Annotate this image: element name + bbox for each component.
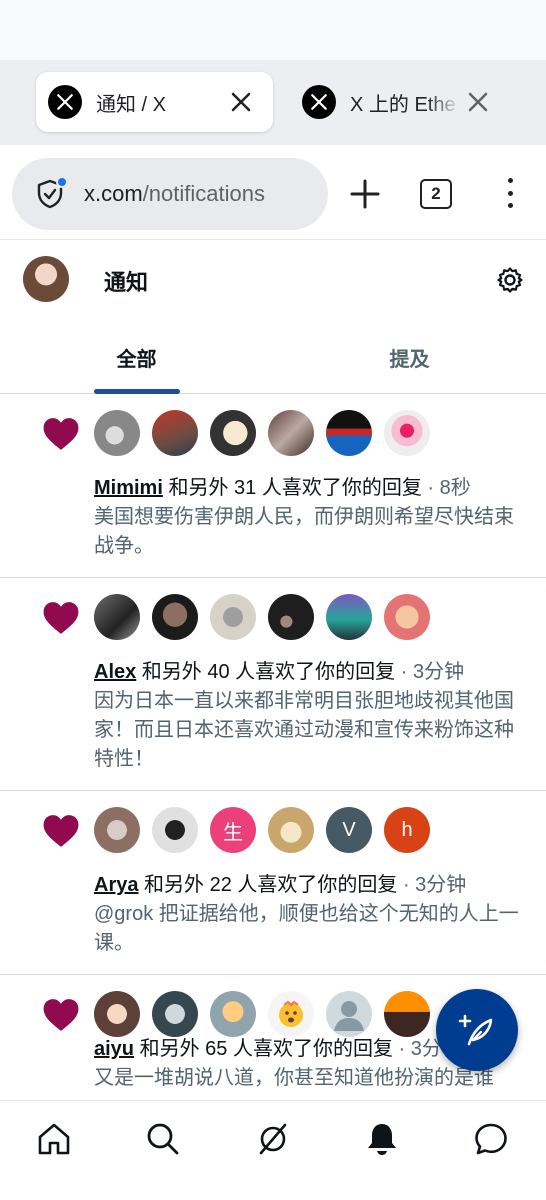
emoji-avatar[interactable] [268, 991, 314, 1037]
timestamp: · 3分钟 [397, 874, 467, 896]
avatar[interactable] [268, 807, 314, 853]
grok-icon[interactable] [255, 1121, 291, 1157]
more-menu-button[interactable] [498, 175, 522, 211]
url-text[interactable]: x.com/notifications [84, 181, 265, 207]
avatar[interactable] [326, 410, 372, 456]
notifications-icon[interactable] [364, 1121, 400, 1157]
notification-text: Arya 和另外 22 人喜欢了你的回复 · 3分钟 [94, 871, 526, 900]
tab-mentions[interactable]: 提及 [273, 321, 546, 394]
page-title: 通知 [104, 270, 149, 295]
username-link[interactable]: Alex [94, 661, 136, 683]
close-tab-icon[interactable] [466, 90, 490, 114]
home-icon[interactable] [36, 1121, 72, 1157]
compose-post-button[interactable] [436, 989, 518, 1071]
url-domain: x.com [84, 181, 143, 206]
browser-tab-strip: 通知 / X X 上的 Ethe [0, 60, 546, 145]
notification-tabs: 全部 提及 [0, 321, 546, 394]
avatar[interactable] [152, 594, 198, 640]
browser-tab-notifications[interactable]: 通知 / X [36, 72, 273, 132]
new-tab-button[interactable] [348, 177, 382, 211]
notification-action: 和另外 40 人喜欢了你的回复 [136, 661, 396, 683]
search-icon[interactable] [145, 1121, 181, 1157]
avatar[interactable] [384, 991, 430, 1037]
liker-avatars [94, 594, 442, 640]
notification-item[interactable]: Mimimi 和另外 31 人喜欢了你的回复 · 8秒 美国想要伤害伊朗人民，而… [0, 394, 546, 578]
avatar[interactable] [94, 991, 140, 1037]
notification-item[interactable]: 生 V h Arya 和另外 22 人喜欢了你的回复 · 3分钟 @grok 把… [0, 791, 546, 975]
avatar[interactable] [268, 594, 314, 640]
url-path: /notifications [142, 181, 265, 206]
browser-tab-ethe[interactable]: X 上的 Ethe [290, 72, 510, 132]
notification-action: 和另外 31 人喜欢了你的回复 [162, 477, 422, 499]
tab-title: X 上的 Ethe [350, 93, 456, 116]
notification-action: 和另外 65 人喜欢了你的回复 [134, 1038, 393, 1060]
address-bar[interactable]: x.com/notifications [12, 158, 328, 230]
timestamp: · 3分钟 [395, 661, 465, 683]
avatar[interactable] [210, 991, 256, 1037]
liker-avatars [94, 991, 442, 1037]
avatar[interactable] [94, 807, 140, 853]
site-security-icon[interactable] [34, 176, 68, 210]
notification-text: Mimimi 和另外 31 人喜欢了你的回复 · 8秒 [94, 474, 526, 503]
avatar[interactable] [384, 410, 430, 456]
avatar[interactable] [94, 594, 140, 640]
notification-text: Alex 和另外 40 人喜欢了你的回复 · 3分钟 [94, 658, 526, 687]
liker-avatars [94, 410, 442, 456]
avatar[interactable]: h [384, 807, 430, 853]
compose-post-icon [458, 1014, 493, 1046]
x-logo-icon [48, 85, 82, 119]
browser-toolbar: x.com/notifications 2 [0, 145, 546, 240]
avatar[interactable] [152, 410, 198, 456]
tab-mentions-label: 提及 [389, 349, 430, 371]
heart-icon [42, 997, 80, 1033]
reply-text: @grok 把证据给他，顺便也给这个无知的人上一课。 [94, 903, 519, 954]
avatar[interactable] [152, 807, 198, 853]
avatar[interactable]: V [326, 807, 372, 853]
username-link[interactable]: Mimimi [94, 477, 163, 499]
notification-action: 和另外 22 人喜欢了你的回复 [138, 874, 398, 896]
tab-switcher-button[interactable]: 2 [420, 179, 452, 209]
avatar[interactable] [210, 594, 256, 640]
settings-gear-icon[interactable] [496, 266, 524, 294]
heart-icon [42, 416, 80, 452]
bottom-navigation [0, 1100, 546, 1200]
tab-all[interactable]: 全部 [0, 321, 273, 394]
heart-icon [42, 600, 80, 636]
username-link[interactable]: aiyu [94, 1038, 134, 1060]
avatar[interactable] [94, 410, 140, 456]
avatar[interactable]: 生 [210, 807, 256, 853]
notification-item[interactable]: Alex 和另外 40 人喜欢了你的回复 · 3分钟 因为日本一直以来都非常明目… [0, 578, 546, 791]
timestamp: · 8秒 [421, 477, 471, 499]
notification-dot [56, 176, 68, 188]
reply-text: 因为日本一直以来都非常明目张胆地歧视其他国家！而且日本还喜欢通过动漫和宣传来粉饰… [94, 690, 514, 770]
username-link[interactable]: Arya [94, 874, 138, 896]
avatar[interactable] [326, 594, 372, 640]
tab-title: 通知 / X [96, 93, 167, 116]
avatar[interactable] [152, 991, 198, 1037]
close-tab-icon[interactable] [229, 90, 253, 114]
status-bar [0, 0, 546, 60]
default-avatar[interactable] [326, 991, 372, 1037]
reply-text: 又是一堆胡说八道，你甚至知道他扮演的是谁 [94, 1067, 494, 1089]
avatar[interactable] [268, 410, 314, 456]
reply-text: 美国想要伤害伊朗人民，而伊朗则希望尽快结束战争。 [94, 506, 514, 557]
tab-all-label: 全部 [116, 349, 157, 371]
avatar[interactable] [210, 410, 256, 456]
messages-icon[interactable] [473, 1121, 509, 1157]
heart-icon [42, 813, 80, 849]
profile-avatar[interactable] [23, 256, 69, 302]
avatar[interactable] [384, 594, 430, 640]
x-page-header: 通知 [0, 241, 546, 321]
liker-avatars: 生 V h [94, 807, 442, 853]
x-logo-icon [302, 85, 336, 119]
